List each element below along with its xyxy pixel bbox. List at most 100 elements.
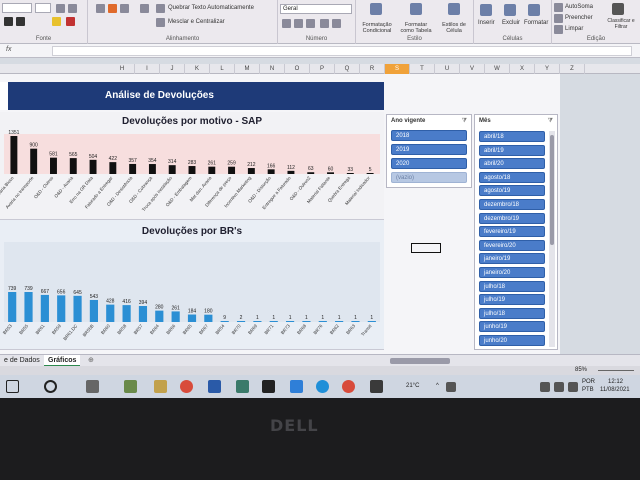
bar-14[interactable] [236, 321, 246, 322]
tray-wifi-icon[interactable] [554, 382, 564, 392]
slicer-year-clear-icon[interactable]: ⧩ [462, 118, 467, 125]
fill-button[interactable]: Preencher [565, 15, 593, 21]
slicer-month-scrollbar[interactable] [549, 131, 555, 347]
tray-icon-1[interactable] [446, 382, 456, 392]
orientation-icon[interactable] [140, 4, 149, 13]
terminal-icon[interactable] [262, 380, 275, 393]
mail-icon[interactable] [290, 380, 303, 393]
align-middle-icon[interactable] [108, 4, 117, 13]
task-view-icon[interactable] [86, 380, 99, 393]
bar-1[interactable] [24, 292, 33, 322]
bar-18[interactable] [302, 321, 311, 322]
formula-input[interactable] [52, 46, 632, 56]
weather-temp[interactable]: 21°C [406, 383, 419, 389]
search-icon[interactable] [6, 380, 19, 393]
delete-cells-button[interactable]: Excluir [502, 20, 520, 26]
wrap-text-icon[interactable] [156, 4, 165, 13]
column-header-V[interactable]: V [460, 64, 485, 74]
bar-19[interactable] [318, 321, 327, 322]
bar-8[interactable] [168, 165, 176, 174]
excel-icon[interactable] [124, 380, 137, 393]
slicer-month-item[interactable]: junho/20 [479, 335, 545, 346]
bar-13[interactable] [220, 321, 229, 322]
app-icon[interactable] [370, 380, 383, 393]
bar-15[interactable] [307, 172, 315, 174]
bar-15[interactable] [253, 321, 262, 322]
bar-2[interactable] [50, 157, 57, 174]
tray-volume-icon[interactable] [568, 382, 578, 392]
slicer-month-item[interactable]: agosto/19 [479, 185, 545, 197]
tray-up-icon[interactable]: ^ [436, 383, 439, 389]
slicer-year-item[interactable]: (vazio) [391, 172, 467, 183]
fill-color-icon[interactable] [52, 17, 61, 26]
column-header-X[interactable]: X [510, 64, 535, 74]
clock-date[interactable]: 11/08/2021 [600, 387, 630, 393]
sort-filter-icon[interactable] [612, 3, 624, 15]
bar-4[interactable] [89, 159, 97, 174]
slicer-year-item[interactable]: 2019 [391, 144, 467, 155]
column-header-Y[interactable]: Y [535, 64, 560, 74]
zoom-slider[interactable] [598, 370, 634, 371]
chart-reasons[interactable]: Devoluções por motivo - SAP 1351 Avaria B… [0, 112, 384, 220]
cortana-icon[interactable] [44, 380, 57, 393]
bar-11[interactable] [228, 166, 236, 174]
insert-cells-button[interactable]: Inserir [478, 20, 495, 26]
slicer-month-clear-icon[interactable]: ⧩ [548, 118, 553, 125]
slicer-month-item[interactable]: abril/19 [479, 144, 545, 156]
bar-8[interactable] [138, 306, 148, 322]
bar-10[interactable] [171, 311, 180, 322]
bar-7[interactable] [148, 164, 156, 174]
slicer-month-item[interactable]: janeiro/19 [479, 253, 545, 265]
bar-9[interactable] [155, 310, 164, 322]
bar-11[interactable] [187, 314, 197, 322]
column-header-W[interactable]: W [485, 64, 510, 74]
input-layout[interactable]: PTB [582, 387, 594, 393]
shrink-font-icon[interactable] [68, 4, 77, 13]
insert-cells-icon[interactable] [480, 4, 492, 16]
conditional-format-icon[interactable] [370, 3, 382, 15]
explorer-icon[interactable] [154, 380, 167, 393]
bar-16[interactable] [327, 172, 334, 174]
column-header-I[interactable]: I [135, 64, 160, 74]
slicer-month-item[interactable]: julho/18 [479, 307, 545, 319]
chrome-icon-2[interactable] [342, 380, 355, 393]
column-header-O[interactable]: O [285, 64, 310, 74]
bar-17[interactable] [286, 321, 295, 322]
bar-5[interactable] [109, 162, 117, 174]
slicer-month-item[interactable]: julho/18 [479, 280, 545, 292]
column-header-Z[interactable]: Z [560, 64, 585, 74]
bar-9[interactable] [188, 166, 196, 174]
bar-22[interactable] [367, 321, 376, 322]
percent-icon[interactable] [294, 19, 303, 28]
bar-21[interactable] [351, 321, 360, 322]
bar-14[interactable] [287, 170, 295, 174]
font-name-combo[interactable] [2, 3, 32, 13]
cell-styles-icon[interactable] [448, 3, 460, 15]
column-header-M[interactable]: M [235, 64, 260, 74]
bar-13[interactable] [267, 169, 275, 174]
photos-icon[interactable] [236, 380, 249, 393]
bar-6[interactable] [106, 304, 115, 322]
slicer-month-item[interactable]: fevereiro/19 [479, 226, 545, 238]
number-format-combo[interactable]: Geral [280, 4, 352, 14]
slicer-month-item[interactable]: abril/20 [479, 158, 545, 170]
slicer-month-item[interactable]: fevereiro/20 [479, 239, 545, 251]
slicer-month-item[interactable]: julho/19 [479, 294, 545, 306]
bar-4[interactable] [73, 295, 82, 322]
chrome-icon[interactable] [180, 380, 193, 393]
format-cells-button[interactable]: Formatar [524, 20, 548, 26]
bar-12[interactable] [204, 314, 213, 322]
slicer-month-item[interactable]: dezembro/18 [479, 199, 545, 210]
align-bottom-icon[interactable] [120, 4, 129, 13]
column-header-U[interactable]: U [435, 64, 460, 74]
bar-3[interactable] [57, 295, 66, 322]
merge-icon[interactable] [156, 18, 165, 27]
bar-20[interactable] [335, 321, 344, 322]
clear-icon[interactable] [554, 25, 563, 34]
bar-0[interactable] [10, 136, 18, 174]
grow-font-icon[interactable] [56, 4, 65, 13]
sort-filter-button[interactable]: Classificar e Filtrar [604, 18, 638, 30]
column-header-T[interactable]: T [410, 64, 435, 74]
format-table-icon[interactable] [410, 3, 422, 15]
clock-time[interactable]: 12:12 [608, 379, 623, 385]
